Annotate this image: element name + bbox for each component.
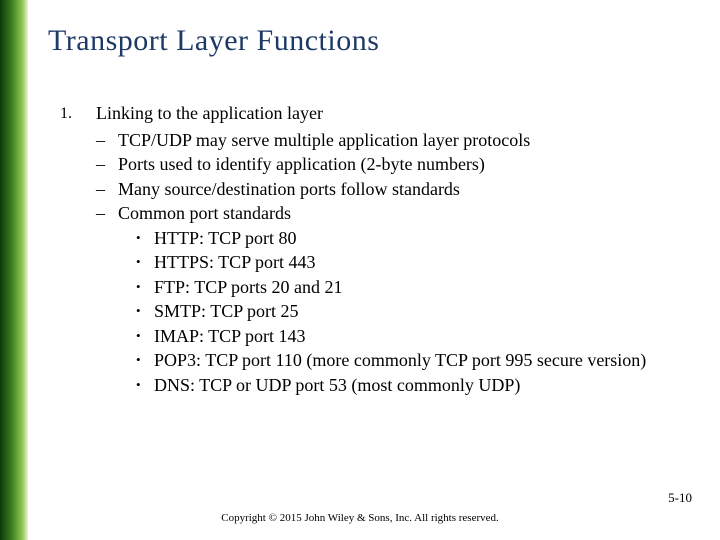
- bullet-icon: •: [136, 374, 154, 397]
- dash-item: – Many source/destination ports follow s…: [96, 178, 696, 201]
- dash-item: – Common port standards • HTTP: TCP port…: [96, 202, 696, 396]
- dash-icon: –: [96, 178, 118, 201]
- bullet-item: • FTP: TCP ports 20 and 21: [136, 276, 696, 299]
- sidebar-accent: [0, 0, 28, 540]
- dash-icon: –: [96, 129, 118, 152]
- dash-text: Many source/destination ports follow sta…: [118, 178, 696, 201]
- dash-item: – Ports used to identify application (2-…: [96, 153, 696, 176]
- list-number: 1.: [60, 102, 96, 396]
- slide-title: Transport Layer Functions: [48, 24, 696, 58]
- bullet-text: FTP: TCP ports 20 and 21: [154, 276, 696, 299]
- dash-text: TCP/UDP may serve multiple application l…: [118, 129, 696, 152]
- dash-icon: –: [96, 202, 118, 396]
- bullet-item: • DNS: TCP or UDP port 53 (most commonly…: [136, 374, 696, 397]
- dash-icon: –: [96, 153, 118, 176]
- bullet-text: SMTP: TCP port 25: [154, 300, 696, 323]
- page-number: 5-10: [668, 490, 692, 506]
- bullet-list: • HTTP: TCP port 80 • HTTPS: TCP port 44…: [136, 227, 696, 397]
- slide: Transport Layer Functions 1. Linking to …: [0, 0, 720, 540]
- list-content: Linking to the application layer – TCP/U…: [96, 102, 696, 396]
- bullet-icon: •: [136, 251, 154, 274]
- bullet-item: • HTTPS: TCP port 443: [136, 251, 696, 274]
- copyright-footer: Copyright © 2015 John Wiley & Sons, Inc.…: [0, 512, 720, 524]
- bullet-text: IMAP: TCP port 143: [154, 325, 696, 348]
- bullet-item: • SMTP: TCP port 25: [136, 300, 696, 323]
- list-item: 1. Linking to the application layer – TC…: [60, 102, 696, 396]
- bullet-icon: •: [136, 276, 154, 299]
- bullet-text: POP3: TCP port 110 (more commonly TCP po…: [154, 349, 696, 372]
- bullet-text: DNS: TCP or UDP port 53 (most commonly U…: [154, 374, 696, 397]
- bullet-item: • IMAP: TCP port 143: [136, 325, 696, 348]
- slide-body: 1. Linking to the application layer – TC…: [60, 102, 696, 396]
- dash-text: Ports used to identify application (2-by…: [118, 153, 696, 176]
- bullet-icon: •: [136, 349, 154, 372]
- content: Transport Layer Functions 1. Linking to …: [48, 24, 696, 396]
- dash-item: – TCP/UDP may serve multiple application…: [96, 129, 696, 152]
- bullet-icon: •: [136, 227, 154, 250]
- dash-label: Common port standards: [118, 203, 291, 223]
- bullet-item: • HTTP: TCP port 80: [136, 227, 696, 250]
- list-heading: Linking to the application layer: [96, 102, 696, 125]
- bullet-icon: •: [136, 325, 154, 348]
- dash-text: Common port standards • HTTP: TCP port 8…: [118, 202, 696, 396]
- bullet-icon: •: [136, 300, 154, 323]
- dash-list: – TCP/UDP may serve multiple application…: [96, 129, 696, 397]
- bullet-item: • POP3: TCP port 110 (more commonly TCP …: [136, 349, 696, 372]
- bullet-text: HTTPS: TCP port 443: [154, 251, 696, 274]
- bullet-text: HTTP: TCP port 80: [154, 227, 696, 250]
